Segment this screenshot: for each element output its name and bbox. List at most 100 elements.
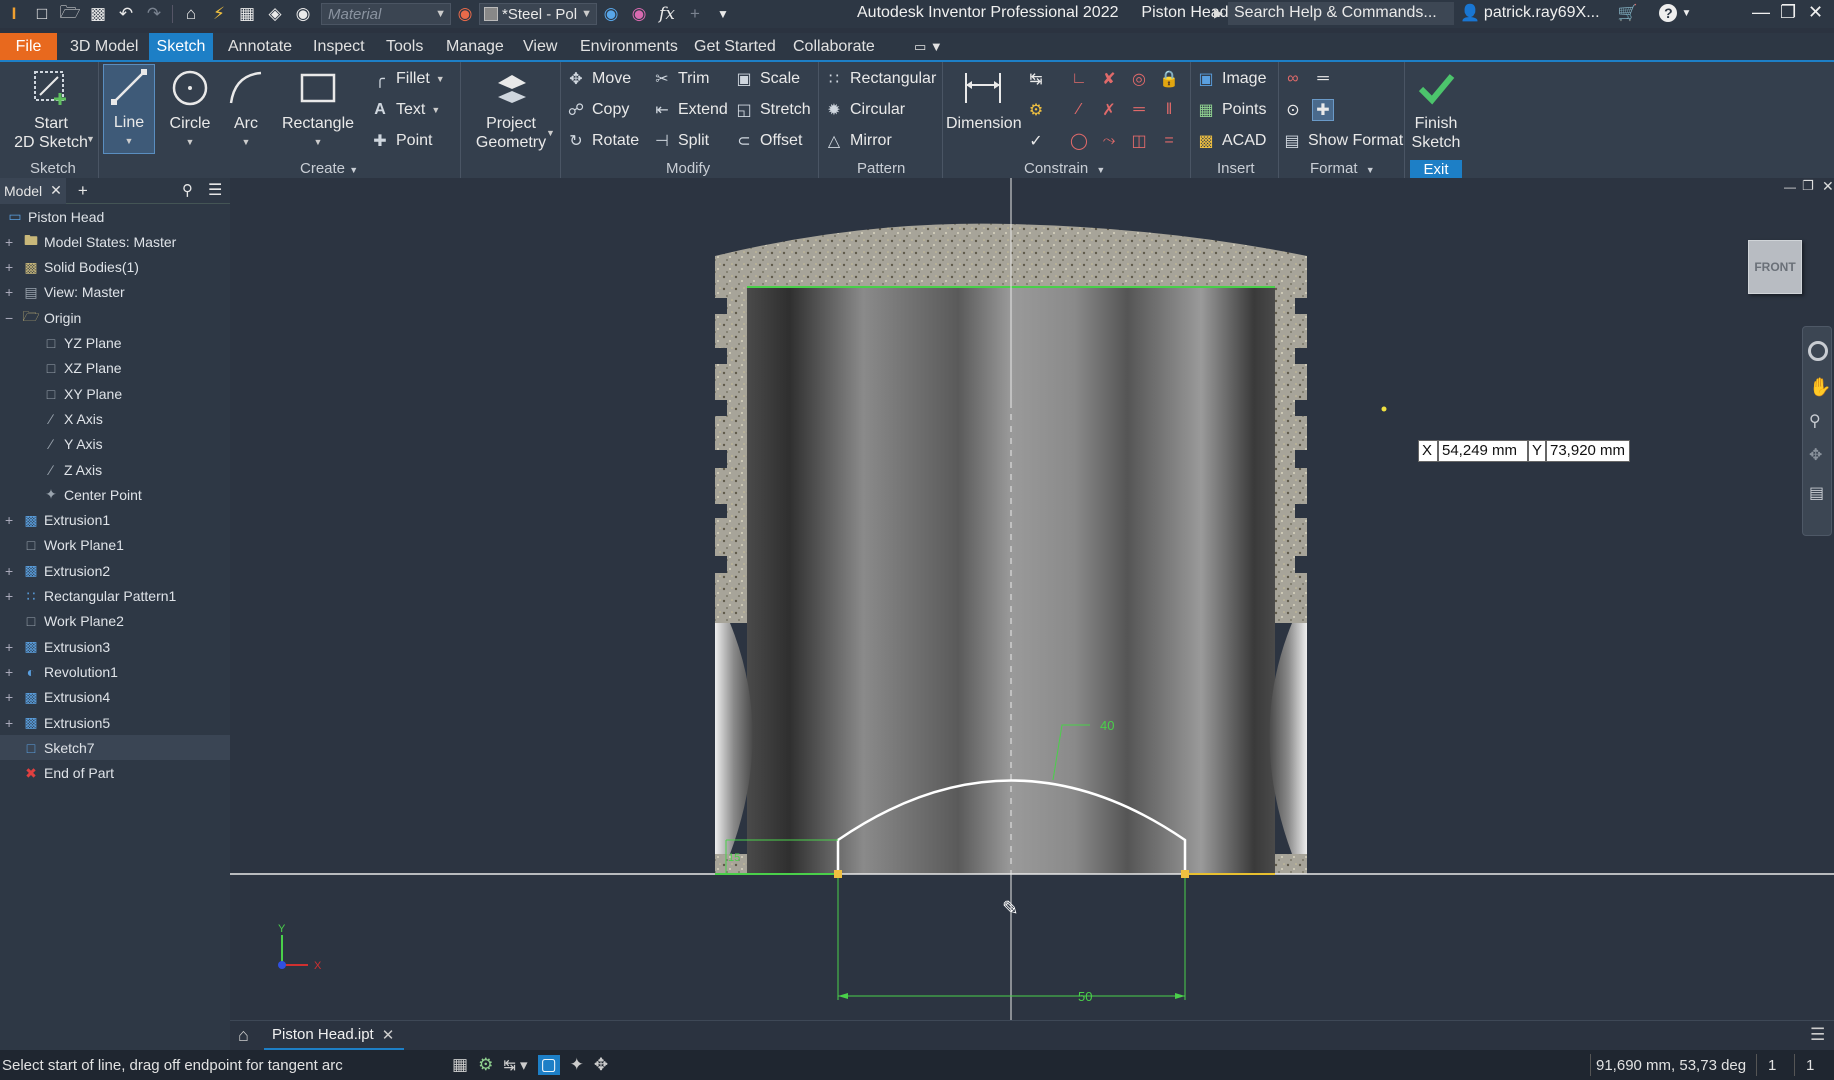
tab-manage[interactable]: Manage	[440, 33, 510, 60]
expand-toggle-icon[interactable]: +	[5, 588, 15, 604]
panel-title-format[interactable]: Format ▼	[1310, 160, 1375, 177]
tab-tools[interactable]: Tools	[380, 33, 429, 60]
snap-icon[interactable]: ✦	[570, 1055, 584, 1075]
sketch-input-icon[interactable]: ▢	[537, 1055, 560, 1075]
expand-toggle-icon[interactable]: +	[5, 259, 15, 275]
chevron-down-icon[interactable]: ▼	[546, 128, 555, 138]
show-format-button[interactable]: ▤ Show Format	[1282, 130, 1403, 152]
close-view-icon[interactable]: ✕	[1822, 178, 1834, 195]
tree-item[interactable]: + 🖿 Model States: Master	[0, 229, 230, 254]
cart-icon[interactable]: 🛒	[1618, 3, 1638, 23]
vertical-icon[interactable]: ‖	[1158, 99, 1180, 121]
center-point-icon[interactable]: ✚	[1312, 99, 1334, 121]
appearance-ball-icon[interactable]: ◉	[292, 3, 314, 25]
close-icon[interactable]: ✕	[50, 182, 62, 199]
user-account[interactable]: 👤 patrick.ray69X... 🛒 ? ▼	[1460, 3, 1691, 23]
tree-item[interactable]: ∕ Y Axis	[0, 432, 230, 457]
tab-3d-model[interactable]: 3D Model	[64, 33, 144, 60]
tab-view[interactable]: View	[517, 33, 563, 60]
rectangular-pattern-button[interactable]: ∷ Rectangular	[824, 68, 936, 90]
perpendicular-icon[interactable]: ∟	[1068, 68, 1090, 90]
help-icon[interactable]: ?	[1659, 4, 1678, 22]
look-at-icon[interactable]: ▤	[1809, 483, 1824, 503]
expand-toggle-icon[interactable]: +	[5, 512, 15, 528]
close-icon[interactable]: ✕	[1808, 2, 1823, 23]
finish-sketch-button[interactable]: Finish Sketch	[1410, 66, 1462, 152]
tree-item[interactable]: + ▩ Extrusion3	[0, 634, 230, 659]
insert-acad-button[interactable]: ▩ ACAD	[1196, 130, 1266, 152]
open-folder-icon[interactable]: 🗁	[59, 3, 81, 25]
tab-model[interactable]: Model ✕	[0, 177, 66, 204]
minimize-view-icon[interactable]: —	[1784, 180, 1796, 194]
dimension-toggle-icon[interactable]: ↹ ▾	[503, 1056, 527, 1074]
clear-appearance-icon[interactable]: ◉	[628, 3, 650, 25]
parallel-icon[interactable]: ∕	[1068, 99, 1090, 121]
constraint-infer-icon[interactable]: ⚙	[478, 1055, 493, 1075]
tree-item[interactable]: □ XY Plane	[0, 381, 230, 406]
menu-icon[interactable]: ☰	[208, 180, 222, 200]
ribbon-display-toggle[interactable]: ▭ ▼	[908, 33, 949, 60]
tree-item[interactable]: + ▩ Extrusion4	[0, 685, 230, 710]
expand-toggle-icon[interactable]: +	[5, 234, 15, 250]
fx-parameters-icon[interactable]: fx	[656, 3, 678, 25]
extend-button[interactable]: ⇤ Extend	[652, 99, 728, 121]
mirror-button[interactable]: △ Mirror	[824, 130, 892, 152]
pan-hand-icon[interactable]: ✋	[1809, 377, 1831, 398]
tab-file[interactable]: File	[0, 33, 57, 60]
construction-icon[interactable]: ∞	[1282, 68, 1304, 90]
viewcube[interactable]: FRONT	[1748, 240, 1802, 294]
tree-item[interactable]: □ Work Plane2	[0, 609, 230, 634]
constraint-settings-icon[interactable]: ✓	[1025, 130, 1047, 152]
tree-item[interactable]: ✦ Center Point	[0, 482, 230, 507]
tree-item[interactable]: □ YZ Plane	[0, 331, 230, 356]
tab-inspect[interactable]: Inspect	[307, 33, 371, 60]
close-icon[interactable]: ✕	[382, 1026, 395, 1044]
grid-icon[interactable]: ▦	[452, 1055, 468, 1075]
document-tab[interactable]: Piston Head.ipt ✕	[264, 1021, 404, 1051]
tab-collaborate[interactable]: Collaborate	[787, 33, 881, 60]
tab-get-started[interactable]: Get Started	[688, 33, 782, 60]
move-button[interactable]: ✥ Move	[566, 68, 631, 90]
expand-toggle-icon[interactable]: +	[5, 563, 15, 579]
zoom-icon[interactable]: ⚲	[1809, 411, 1821, 431]
offset-button[interactable]: ⊂ Offset	[734, 130, 802, 152]
new-file-icon[interactable]: □	[31, 3, 53, 25]
expand-toggle-icon[interactable]: +	[5, 664, 15, 680]
horizontal-icon[interactable]: ═	[1128, 99, 1150, 121]
expand-toggle-icon[interactable]: +	[5, 689, 15, 705]
point-button[interactable]: ✚ Point	[370, 130, 432, 152]
update-icon[interactable]: ⚡	[208, 3, 230, 25]
project-geometry-button[interactable]: Project Geometry	[470, 66, 552, 152]
select-icon[interactable]: ▦	[236, 3, 258, 25]
reference-icon[interactable]: ═	[1312, 68, 1334, 90]
expand-toggle-icon[interactable]: +	[5, 639, 15, 655]
concentric-icon[interactable]: ◎	[1128, 68, 1150, 90]
tree-item[interactable]: ▭ Piston Head	[0, 204, 230, 229]
tree-item[interactable]: + ∷ Rectangular Pattern1	[0, 584, 230, 609]
split-button[interactable]: ⊣ Split	[652, 130, 709, 152]
restore-icon[interactable]: ❐	[1780, 2, 1796, 23]
trim-button[interactable]: ✂ Trim	[652, 68, 709, 90]
restore-view-icon[interactable]: ❐	[1802, 178, 1814, 194]
graphics-viewport[interactable]: 50 40 15 ✎ Y X X 54,249 mm Y 73,920 mm F…	[230, 178, 1834, 1020]
material-dropdown[interactable]: Material ▼	[321, 3, 451, 25]
tab-sketch[interactable]: Sketch	[149, 33, 213, 60]
coincident-icon[interactable]: ✘	[1098, 68, 1120, 90]
tree-item[interactable]: + ▩ Solid Bodies(1)	[0, 255, 230, 280]
tree-item[interactable]: + ◐ Revolution1	[0, 659, 230, 684]
arc-button[interactable]: Arc ▼	[223, 66, 269, 152]
dimension-button[interactable]: Dimension	[946, 66, 1022, 133]
save-icon[interactable]: ▩	[87, 3, 109, 25]
x-coordinate-input[interactable]: 54,249 mm	[1438, 440, 1528, 462]
tree-item[interactable]: + ▩ Extrusion5	[0, 710, 230, 735]
tree-item[interactable]: ✖ End of Part	[0, 761, 230, 786]
show-constraints-icon[interactable]: ⚙	[1025, 99, 1047, 121]
collinear-icon[interactable]: ✗	[1098, 99, 1120, 121]
chevron-right-icon[interactable]: ▶	[1214, 6, 1223, 20]
inspect-icon[interactable]: ◈	[264, 3, 286, 25]
add-tab-icon[interactable]: +	[78, 181, 88, 201]
tree-item[interactable]: + ▩ Extrusion2	[0, 558, 230, 583]
tab-list-icon[interactable]: ☰	[1810, 1025, 1825, 1045]
expand-toggle-icon[interactable]: −	[5, 310, 15, 326]
customize-icon[interactable]: ▼	[712, 3, 734, 25]
